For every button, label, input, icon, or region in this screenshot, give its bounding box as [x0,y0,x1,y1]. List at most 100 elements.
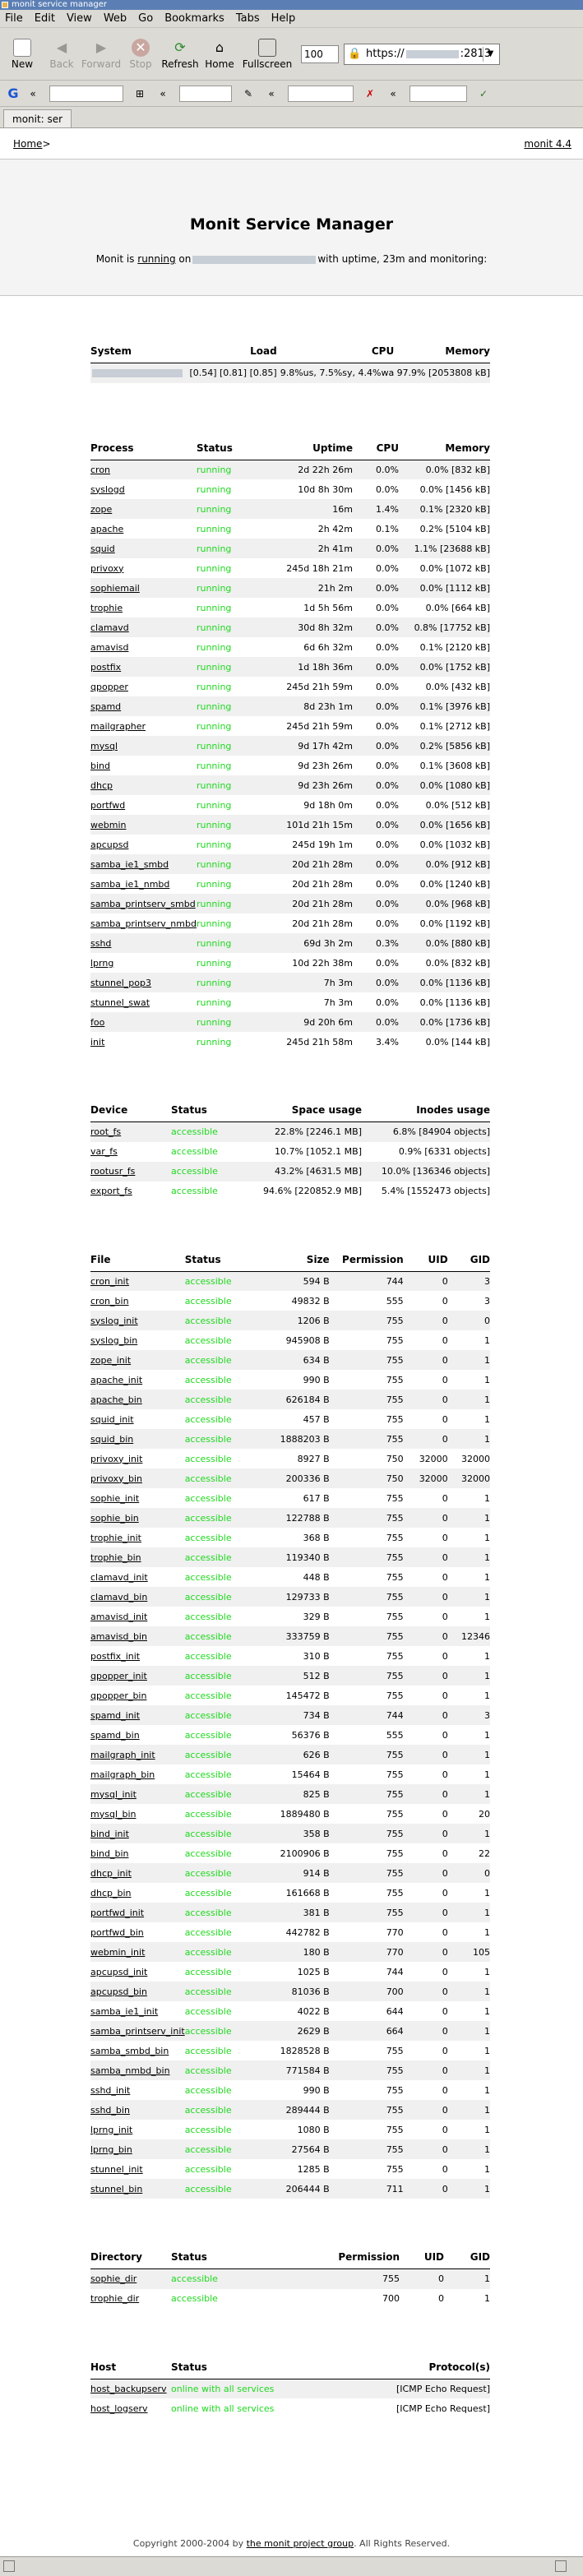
row-name-link[interactable]: trophie [90,598,197,617]
row-name-link[interactable]: apcupsd [90,835,197,854]
new-button[interactable]: New [5,38,39,70]
google-field-3[interactable] [288,85,354,102]
row-name-link[interactable]: host_backupserv [90,2379,171,2398]
row-name-link[interactable]: sophie_init [90,1488,185,1508]
chevron-icon-4[interactable]: « [386,87,400,100]
row-name-link[interactable]: dhcp_bin [90,1883,185,1903]
row-name-link[interactable]: samba_smbd_bin [90,2041,185,2060]
row-name-link[interactable]: root_fs [90,1122,171,1142]
row-name-link[interactable]: trophie_init [90,1528,185,1547]
row-name-link[interactable]: apache [90,519,197,539]
row-name-link[interactable]: sshd_init [90,2080,185,2100]
row-name-link[interactable]: bind_bin [90,1843,185,1863]
dropdown-arrow-icon[interactable]: ▼ [483,46,497,62]
row-name-link[interactable]: mailgraph_bin [90,1764,185,1784]
row-name-link[interactable]: var_fs [90,1142,171,1162]
row-name-link[interactable]: qpopper [90,677,197,696]
search-icon[interactable]: ⊞ [133,87,146,100]
row-name-link[interactable]: squid_init [90,1409,185,1429]
row-name-link[interactable]: portfwd_bin [90,1922,185,1942]
row-name-link[interactable]: zope_init [90,1350,185,1370]
home-button[interactable]: ⌂ Home [202,39,237,70]
system-name[interactable] [90,363,187,383]
google-search-input[interactable] [49,85,123,102]
row-name-link[interactable]: apache_init [90,1370,185,1390]
row-name-link[interactable]: bind [90,756,197,775]
chevron-icon[interactable]: « [26,87,39,100]
row-name-link[interactable]: samba_ie1_nmbd [90,874,197,894]
row-name-link[interactable]: samba_printserv_smbd [90,894,197,913]
row-name-link[interactable]: lprng [90,953,197,973]
row-name-link[interactable]: squid_bin [90,1429,185,1449]
row-name-link[interactable]: postfix [90,657,197,677]
row-name-link[interactable]: samba_printserv_nmbd [90,913,197,933]
menu-tabs[interactable]: Tabs [236,12,260,25]
row-name-link[interactable]: mailgraph_init [90,1745,185,1764]
row-name-link[interactable]: samba_nmbd_bin [90,2060,185,2080]
row-name-link[interactable]: stunnel_pop3 [90,973,197,992]
google-field-4[interactable] [409,85,467,102]
menu-go[interactable]: Go [138,12,153,25]
row-name-link[interactable]: cron [90,460,197,479]
row-name-link[interactable]: portfwd_init [90,1903,185,1922]
row-name-link[interactable]: bind_init [90,1824,185,1843]
row-name-link[interactable]: amavisd [90,637,197,657]
row-name-link[interactable]: privoxy [90,558,197,578]
row-name-link[interactable]: zope [90,499,197,519]
stop-button[interactable]: ✕ Stop [123,38,158,70]
menu-bookmarks[interactable]: Bookmarks [164,12,224,25]
row-name-link[interactable]: samba_printserv_init [90,2021,185,2041]
row-name-link[interactable]: amavisd_init [90,1607,185,1626]
row-name-link[interactable]: sophie_bin [90,1508,185,1528]
row-name-link[interactable]: spamd_init [90,1705,185,1725]
row-name-link[interactable]: squid [90,539,197,558]
row-name-link[interactable]: mailgrapher [90,716,197,736]
row-name-link[interactable]: apcupsd_bin [90,1982,185,2001]
row-name-link[interactable]: sshd [90,933,197,953]
menu-web[interactable]: Web [104,12,127,25]
row-name-link[interactable]: spamd [90,696,197,716]
forward-button[interactable]: ▶ Forward [81,39,121,70]
menu-file[interactable]: File [5,12,23,25]
row-name-link[interactable]: mysql_bin [90,1804,185,1824]
home-link[interactable]: Home [13,138,42,150]
row-name-link[interactable]: sophiemail [90,578,197,598]
row-name-link[interactable]: syslog_bin [90,1330,185,1350]
row-name-link[interactable]: webmin [90,815,197,835]
monit-version-link[interactable]: monit 4.4 [524,138,571,150]
row-name-link[interactable]: export_fs [90,1182,171,1201]
blocker-icon[interactable]: ✗ [363,87,377,100]
row-name-link[interactable]: dhcp_init [90,1863,185,1883]
row-name-link[interactable]: privoxy_init [90,1449,185,1468]
row-name-link[interactable]: init [90,1032,197,1052]
running-link[interactable]: running [137,253,175,265]
row-name-link[interactable]: sshd_bin [90,2100,185,2120]
row-name-link[interactable]: clamavd_init [90,1567,185,1587]
highlight-icon[interactable]: ✎ [242,87,255,100]
row-name-link[interactable]: apache_bin [90,1390,185,1409]
row-name-link[interactable]: sophie_dir [90,2268,171,2289]
row-name-link[interactable]: privoxy_bin [90,1468,185,1488]
row-name-link[interactable]: webmin_init [90,1942,185,1962]
zoom-field[interactable]: 100 [301,44,339,63]
row-name-link[interactable]: lprng_init [90,2120,185,2139]
row-name-link[interactable]: postfix_init [90,1646,185,1666]
row-name-link[interactable]: qpopper_init [90,1666,185,1686]
row-name-link[interactable]: foo [90,1012,197,1032]
refresh-button[interactable]: ⟳ Refresh [161,39,198,70]
security-icon[interactable] [3,2560,15,2572]
menu-help[interactable]: Help [271,12,296,25]
row-name-link[interactable]: mysql [90,736,197,756]
row-name-link[interactable]: clamavd_bin [90,1587,185,1607]
monit-project-link[interactable]: the monit project group [247,2538,354,2549]
spellcheck-icon[interactable]: ✓ [477,87,490,100]
url-bar[interactable]: 🔒 https://:2813 ▼ [344,43,500,65]
row-name-link[interactable]: cron_init [90,1271,185,1291]
row-name-link[interactable]: spamd_bin [90,1725,185,1745]
row-name-link[interactable]: rootusr_fs [90,1161,171,1182]
google-field-2[interactable] [179,85,232,102]
chevron-icon-2[interactable]: « [156,87,169,100]
menu-view[interactable]: View [67,12,92,25]
menu-edit[interactable]: Edit [35,12,55,25]
row-name-link[interactable]: qpopper_bin [90,1686,185,1705]
